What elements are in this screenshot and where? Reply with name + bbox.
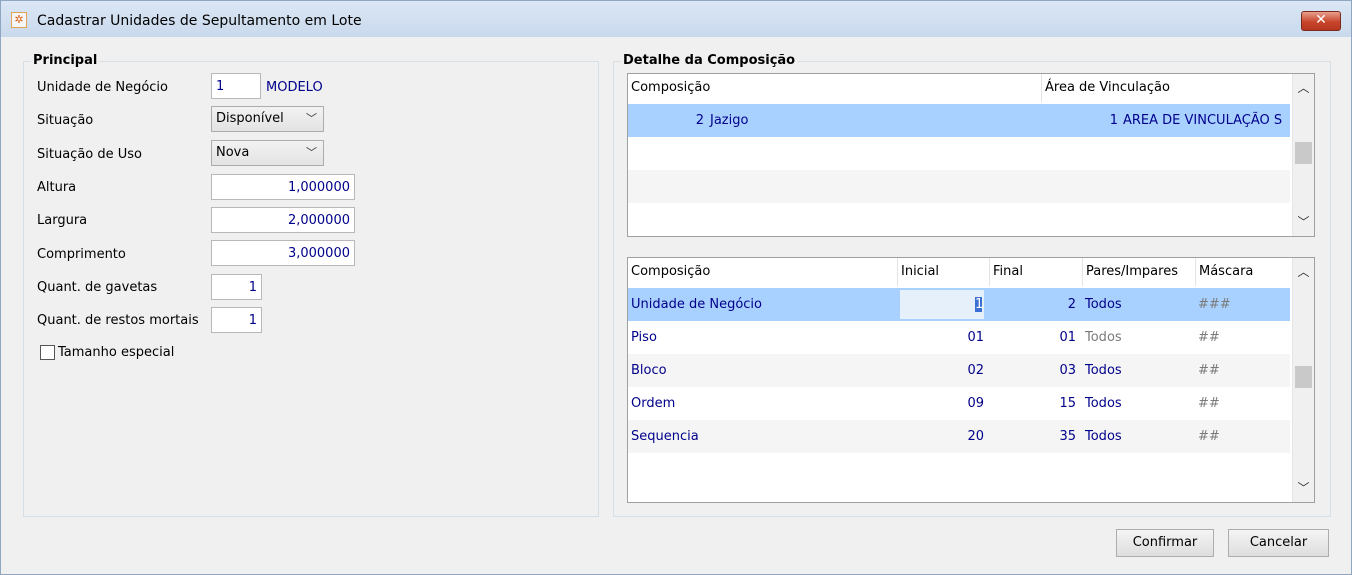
table-row	[628, 170, 1290, 203]
comp-name-cell: Jazigo	[710, 113, 749, 128]
dialog-body: Principal Unidade de Negócio MODELO Situ…	[9, 37, 1343, 567]
close-button[interactable]: ✕	[1301, 11, 1341, 31]
comp-num-cell: 2	[695, 113, 704, 128]
chevron-down-icon: ﹀	[306, 112, 317, 125]
app-icon: ✲	[11, 12, 27, 28]
principal-title: Principal	[31, 53, 100, 68]
column-header-final[interactable]: Final	[990, 258, 1083, 286]
restos-label: Quant. de restos mortais	[37, 313, 199, 328]
unidade-negocio-input[interactable]	[211, 73, 261, 99]
mascara-cell: ##	[1198, 396, 1220, 411]
composicao-cell: Unidade de Negócio	[631, 297, 762, 312]
scroll-thumb[interactable]	[1295, 366, 1312, 388]
pares-cell: Todos	[1085, 396, 1122, 411]
composicao-cell: Piso	[631, 330, 657, 345]
table-row[interactable]: Sequencia 20 35 Todos ##	[628, 420, 1290, 453]
altura-label: Altura	[37, 180, 77, 195]
vertical-scrollbar[interactable]: ︿ ﹀	[1292, 258, 1314, 502]
restos-input[interactable]	[211, 307, 262, 333]
column-header-area[interactable]: Área de Vinculação	[1042, 74, 1290, 102]
mascara-cell: ##	[1198, 429, 1220, 444]
inicial-value[interactable]: 1	[975, 297, 983, 312]
inicial-cell: 01	[967, 330, 984, 345]
composicao-area-grid: Composição Área de Vinculação 2 Jazigo 1…	[627, 73, 1315, 237]
window-title: Cadastrar Unidades de Sepultamento em Lo…	[37, 13, 362, 29]
final-cell: 2	[1067, 297, 1076, 312]
tamanho-especial-checkbox[interactable]	[40, 345, 55, 360]
altura-input[interactable]	[211, 174, 355, 200]
column-header-pares[interactable]: Pares/Impares	[1083, 258, 1196, 286]
inicial-cell: 09	[967, 396, 984, 411]
table-row[interactable]: Unidade de Negócio 1 2 Todos ###	[628, 288, 1290, 321]
situacao-uso-select[interactable]: Nova ﹀	[211, 140, 324, 166]
area-name-cell: AREA DE VINCULAÇÃO S	[1123, 113, 1283, 128]
composicao-cell: Ordem	[631, 396, 676, 411]
situacao-label: Situação	[37, 113, 94, 128]
dialog-window: ✲ Cadastrar Unidades de Sepultamento em …	[0, 0, 1352, 575]
area-num-cell: 1	[1109, 113, 1118, 128]
confirmar-button[interactable]: Confirmar	[1116, 529, 1214, 557]
mascara-cell: ##	[1198, 363, 1220, 378]
title-bar: ✲ Cadastrar Unidades de Sepultamento em …	[1, 1, 1351, 37]
column-header-composicao[interactable]: Composição	[628, 74, 1042, 102]
situacao-value: Disponível	[216, 111, 284, 126]
table-row	[628, 453, 1290, 486]
unidade-negocio-label: Unidade de Negócio	[37, 80, 168, 95]
vertical-scrollbar[interactable]: ︿ ﹀	[1292, 74, 1314, 236]
inicial-edit-cell[interactable]: 1	[900, 290, 984, 319]
table-row[interactable]: Bloco 02 03 Todos ##	[628, 354, 1290, 387]
situacao-select[interactable]: Disponível ﹀	[211, 106, 324, 132]
unidade-negocio-name: MODELO	[266, 80, 323, 95]
comprimento-label: Comprimento	[37, 247, 126, 262]
table-row[interactable]: Ordem 09 15 Todos ##	[628, 387, 1290, 420]
column-header-inicial[interactable]: Inicial	[898, 258, 990, 286]
final-cell: 03	[1059, 363, 1076, 378]
composicao-cell: Bloco	[631, 363, 667, 378]
largura-input[interactable]	[211, 207, 355, 233]
table-row[interactable]: Piso 01 01 Todos ##	[628, 321, 1290, 354]
pares-cell: Todos	[1085, 297, 1122, 312]
pares-cell: Todos	[1085, 429, 1122, 444]
chevron-up-icon[interactable]: ︿	[1293, 260, 1314, 284]
chevron-down-icon: ﹀	[306, 146, 317, 159]
tamanho-especial-label: Tamanho especial	[58, 345, 175, 360]
situacao-uso-value: Nova	[216, 145, 250, 160]
mascara-cell: ##	[1198, 330, 1220, 345]
comprimento-input[interactable]	[211, 240, 355, 266]
composicao-cell: Sequencia	[631, 429, 699, 444]
column-header-composicao[interactable]: Composição	[628, 258, 898, 286]
table-row[interactable]: 2 Jazigo 1 AREA DE VINCULAÇÃO S	[628, 104, 1290, 137]
final-cell: 01	[1059, 330, 1076, 345]
final-cell: 35	[1059, 429, 1076, 444]
detalhe-title: Detalhe da Composição	[621, 53, 798, 68]
pares-cell: Todos	[1085, 363, 1122, 378]
gavetas-label: Quant. de gavetas	[37, 280, 158, 295]
scroll-thumb[interactable]	[1295, 142, 1312, 164]
column-header-mascara[interactable]: Máscara	[1196, 258, 1290, 286]
chevron-down-icon[interactable]: ﹀	[1293, 476, 1314, 500]
chevron-up-icon[interactable]: ︿	[1293, 76, 1314, 100]
inicial-cell: 20	[967, 429, 984, 444]
pares-cell: Todos	[1085, 330, 1122, 345]
cancelar-button[interactable]: Cancelar	[1228, 529, 1329, 557]
composicao-faixa-grid: Composição Inicial Final Pares/Impares M…	[627, 257, 1315, 503]
situacao-uso-label: Situação de Uso	[37, 147, 142, 162]
largura-label: Largura	[37, 213, 88, 228]
chevron-down-icon[interactable]: ﹀	[1293, 210, 1314, 234]
inicial-cell: 02	[967, 363, 984, 378]
gavetas-input[interactable]	[211, 274, 262, 300]
final-cell: 15	[1059, 396, 1076, 411]
mascara-cell: ###	[1198, 297, 1231, 312]
